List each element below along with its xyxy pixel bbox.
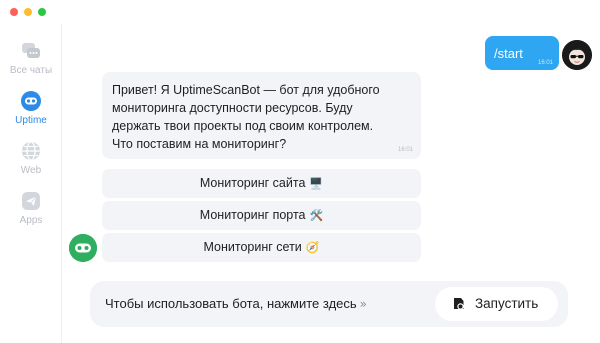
keyboard-button-label: Мониторинг сети bbox=[203, 240, 302, 254]
message-text: Привет! Я UptimeScanBot — бот для удобно… bbox=[112, 83, 380, 151]
chat-area: /start 16:01 Привет! Я UptimeScanBot — б… bbox=[62, 24, 600, 343]
sidebar-item-label: Web bbox=[20, 165, 42, 176]
chevron-right-icon: » bbox=[359, 297, 368, 311]
bot-avatar[interactable] bbox=[69, 234, 97, 262]
chats-icon bbox=[22, 43, 40, 58]
user-avatar-icon bbox=[562, 40, 592, 70]
bot-face-icon bbox=[69, 234, 97, 262]
message-time: 16:01 bbox=[537, 60, 553, 66]
sidebar-item-all-chats[interactable]: Все чаты bbox=[0, 40, 62, 84]
user-avatar[interactable] bbox=[562, 40, 592, 70]
message-time: 16:01 bbox=[397, 147, 413, 153]
sidebar: Все чаты Uptime Web Apps bbox=[0, 24, 62, 343]
incoming-message: Привет! Я UptimeScanBot — бот для удобно… bbox=[102, 72, 421, 159]
sidebar-item-uptime[interactable]: Uptime bbox=[0, 90, 62, 134]
start-bot-icon bbox=[454, 298, 464, 310]
keyboard-button-label: Мониторинг порта bbox=[199, 208, 306, 222]
app-window: Все чаты Uptime Web Apps /start 16:01 Пр… bbox=[0, 0, 600, 343]
bot-start-bar: Чтобы использовать бота, нажмите здесь» … bbox=[90, 281, 568, 327]
message-text: /start bbox=[494, 46, 523, 61]
compass-icon: 🧭 bbox=[305, 241, 320, 254]
keyboard-button-site-monitoring[interactable]: Мониторинг сайта 🖥️ bbox=[102, 169, 421, 198]
sidebar-item-label: Apps bbox=[19, 215, 43, 226]
sidebar-item-label: Все чаты bbox=[9, 65, 53, 76]
desktop-computer-icon: 🖥️ bbox=[309, 177, 324, 190]
keyboard-button-label: Мониторинг сайта bbox=[199, 176, 306, 190]
start-hint-text: Чтобы использовать бота, нажмите здесь bbox=[105, 296, 357, 311]
start-hint-link[interactable]: Чтобы использовать бота, нажмите здесь» bbox=[105, 296, 367, 311]
outgoing-message: /start 16:01 bbox=[485, 36, 559, 70]
sidebar-item-apps[interactable]: Apps bbox=[0, 190, 62, 234]
sidebar-item-label: Uptime bbox=[15, 115, 47, 126]
keyboard-button-port-monitoring[interactable]: Мониторинг порта 🛠️ bbox=[102, 201, 421, 230]
tools-icon: 🛠️ bbox=[309, 209, 324, 222]
globe-icon bbox=[22, 141, 40, 161]
minimize-window-button[interactable] bbox=[24, 8, 32, 16]
title-bar bbox=[0, 0, 600, 24]
start-button[interactable]: Запустить bbox=[435, 287, 558, 321]
keyboard-button-network-monitoring[interactable]: Мониторинг сети 🧭 bbox=[102, 233, 421, 262]
start-button-label: Запустить bbox=[475, 296, 539, 311]
bot-face-icon bbox=[21, 91, 41, 111]
paper-plane-icon bbox=[22, 192, 40, 210]
close-window-button[interactable] bbox=[10, 8, 18, 16]
maximize-window-button[interactable] bbox=[38, 8, 46, 16]
sidebar-item-web[interactable]: Web bbox=[0, 140, 62, 184]
